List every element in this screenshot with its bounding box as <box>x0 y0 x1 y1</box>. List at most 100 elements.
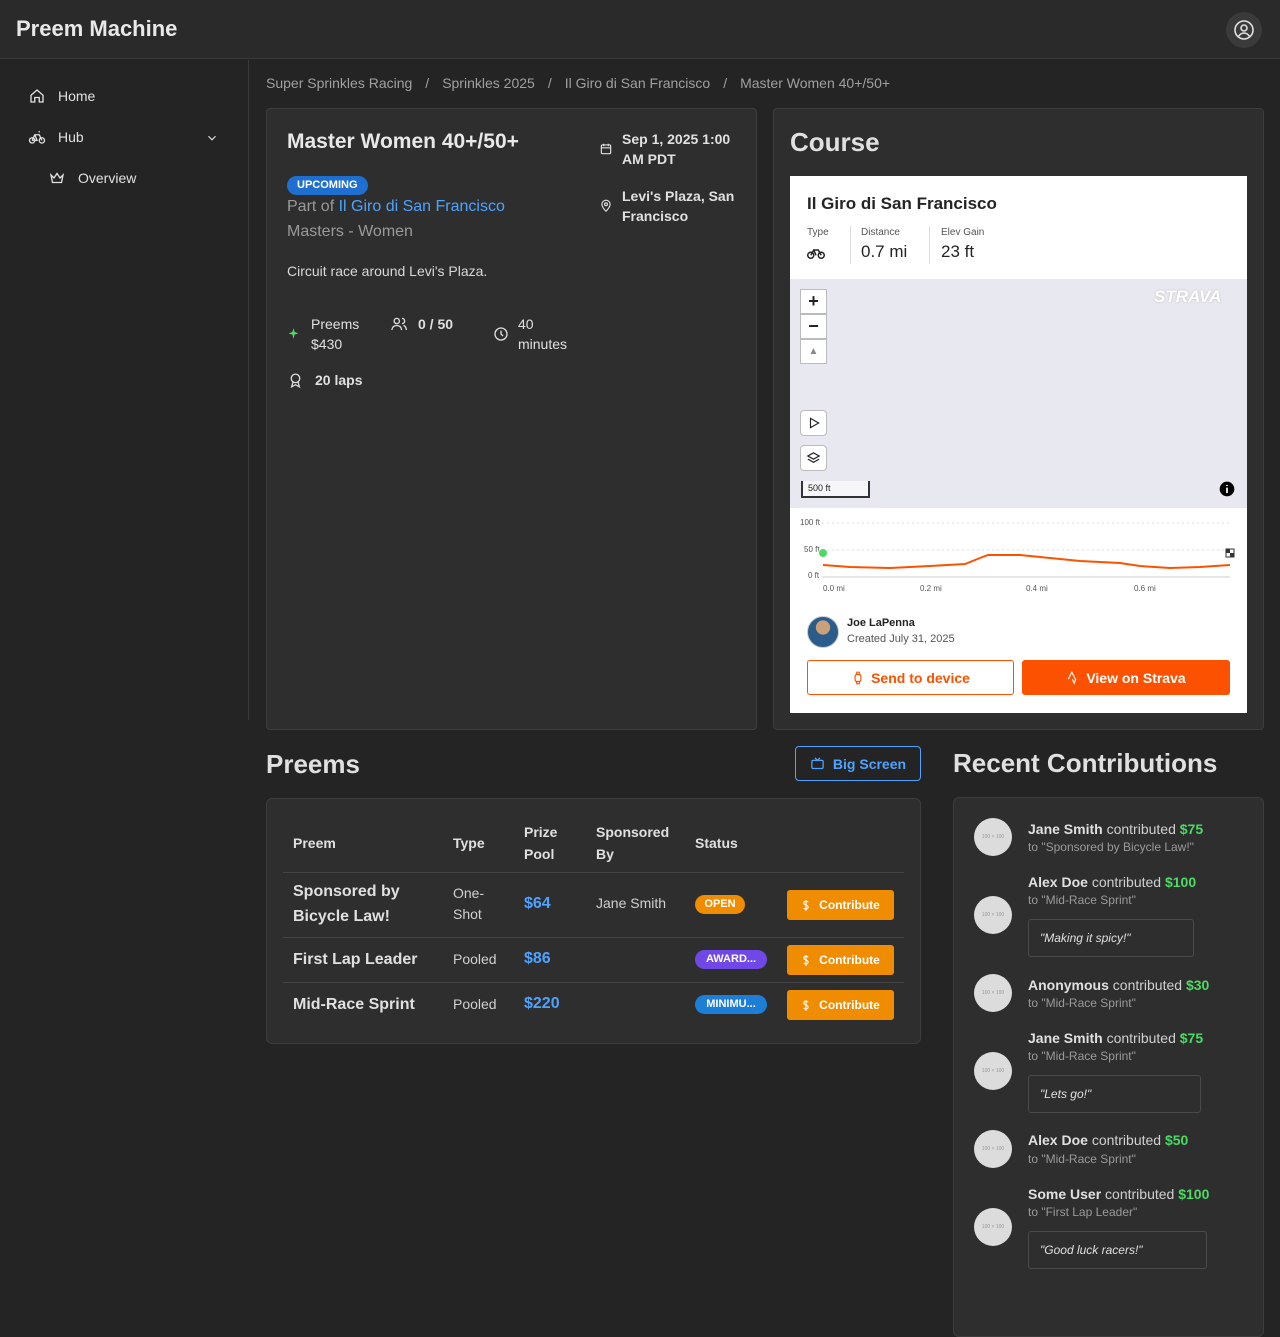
breadcrumb-item-current: Master Women 40+/50+ <box>740 75 891 91</box>
crown-icon <box>49 172 65 184</box>
contribution-text: Jane Smith contributed $75 <box>1028 1030 1203 1046</box>
preem-type-line: Shot <box>453 906 482 922</box>
race-location-line: Francisco <box>622 208 689 224</box>
bicycle-icon <box>807 249 825 259</box>
preem-name[interactable]: Mid-Race Sprint <box>293 992 415 1017</box>
column-header-line: By <box>596 846 614 862</box>
send-to-device-label: Send to device <box>871 669 970 686</box>
contribution-verb: contributed <box>1091 1132 1162 1148</box>
zoom-in-button[interactable]: + <box>800 289 827 314</box>
preems-total-value: $430 <box>311 336 343 352</box>
contribution-amount: $100 <box>1178 1186 1210 1202</box>
prize-pool: $220 <box>524 995 560 1012</box>
contribution-verb: contributed <box>1105 1186 1175 1202</box>
contributor-name: Jane Smith <box>1028 1030 1103 1046</box>
column-header-type: Type <box>453 835 485 851</box>
contribution-message: "Good luck racers!" <box>1028 1231 1207 1269</box>
race-date-line: AM PDT <box>622 151 676 167</box>
avatar: 100 × 100 <box>974 1130 1012 1168</box>
send-to-device-button[interactable]: Send to device <box>807 660 1014 695</box>
preem-name[interactable]: First Lap Leader <box>293 947 417 972</box>
sidebar-item-hub[interactable]: Hub <box>28 125 84 149</box>
users-icon <box>391 317 408 331</box>
contribution-text: Some User contributed $100 <box>1028 1186 1209 1202</box>
elev-x-label: 0.4 mi <box>1026 584 1048 593</box>
contribution-text: Alex Doe contributed $50 <box>1028 1132 1188 1148</box>
column-header-preem: Preem <box>293 835 336 851</box>
elevation-profile <box>818 522 1235 578</box>
strava-embed: Il Giro di San Francisco Type Distance 0… <box>790 176 1247 713</box>
chevron-down-icon[interactable] <box>205 131 219 145</box>
account-button[interactable] <box>1226 12 1262 48</box>
contribute-button[interactable]: Contribute <box>787 945 894 975</box>
breadcrumb-item[interactable]: Super Sprinkles Racing <box>266 75 412 91</box>
contribution-verb: contributed <box>1106 1030 1176 1046</box>
sidebar <box>0 60 249 720</box>
distance-value: 0.7 mi <box>861 242 908 261</box>
big-screen-button[interactable]: Big Screen <box>795 746 921 781</box>
sponsor-name: Jane Smith <box>596 895 667 911</box>
contribution-message: "Making it spicy!" <box>1028 919 1194 957</box>
layers-icon <box>806 451 821 463</box>
sidebar-item-label: Hub <box>58 129 84 145</box>
preem-name[interactable]: Sponsored by Bicycle Law! <box>293 879 400 929</box>
breadcrumb: Super Sprinkles Racing / Sprinkles 2025/ … <box>266 75 891 91</box>
column-header-line: Sponsored <box>596 824 670 840</box>
bicycle-icon <box>28 131 46 144</box>
contributor-name: Some User <box>1028 1186 1102 1202</box>
route-map[interactable]: STRAVA + − ▲ 500 ft <box>790 279 1247 508</box>
finish-flag-icon <box>1225 548 1235 558</box>
breadcrumb-item[interactable]: Sprinkles 2025 <box>442 75 535 91</box>
user-circle-icon <box>1234 20 1254 40</box>
sidebar-item-overview[interactable]: Overview <box>48 166 136 190</box>
race-laps: 20 laps <box>315 372 363 388</box>
race-duration-value: 40 <box>518 316 534 332</box>
status-badge: UPCOMING <box>287 176 368 195</box>
race-category: Masters - Women <box>287 223 413 240</box>
zoom-out-button[interactable]: − <box>800 314 827 339</box>
route-name[interactable]: Il Giro di San Francisco <box>807 194 997 214</box>
contribution-verb: contributed <box>1106 821 1176 837</box>
contribute-button[interactable]: Contribute <box>787 990 894 1020</box>
sidebar-item-label: Overview <box>78 170 137 186</box>
info-icon[interactable] <box>1219 481 1235 497</box>
breadcrumb-item[interactable]: Il Giro di San Francisco <box>565 75 711 91</box>
contribution-amount: $50 <box>1164 1132 1189 1148</box>
stat-divider <box>850 226 851 264</box>
app-title[interactable]: Preem Machine <box>16 16 177 42</box>
event-link[interactable]: Il Giro di San Francisco <box>339 198 505 215</box>
calendar-icon <box>600 143 612 155</box>
distance-label: Distance <box>861 227 900 238</box>
play-flyover-button[interactable] <box>800 410 827 436</box>
creator-name[interactable]: Joe LaPenna <box>847 617 915 629</box>
view-on-strava-label: View on Strava <box>1086 669 1186 686</box>
preem-type-line: One- <box>453 885 485 901</box>
preems-title: Preems <box>266 749 360 779</box>
preems-total: Preems $430 <box>311 314 359 354</box>
contribute-label: Contribute <box>819 898 880 912</box>
sidebar-item-home[interactable]: Home <box>28 84 95 108</box>
preems-label: Preems <box>311 316 360 332</box>
sidebar-item-label: Home <box>58 88 96 104</box>
view-on-strava-button[interactable]: View on Strava <box>1022 660 1230 695</box>
race-location: Levi's Plaza, San Francisco <box>622 186 734 226</box>
preem-name-line: Bicycle Law! <box>293 908 390 925</box>
map-scale: 500 ft <box>801 481 870 498</box>
clock-icon <box>494 327 508 341</box>
map-pin-icon <box>601 199 611 213</box>
participant-count: 0 / 50 <box>418 316 454 332</box>
preem-type: Pooled <box>453 996 497 1012</box>
prize-pool: $64 <box>524 895 551 912</box>
recent-contributions-title: Recent Contributions <box>953 748 1218 778</box>
part-of-text: Part of Il Giro di San Francisco <box>287 198 505 216</box>
race-date-line: Sep 1, 2025 1:00 <box>622 131 731 147</box>
watch-icon <box>854 671 862 684</box>
elev-gain-value: 23 ft <box>941 242 975 261</box>
race-duration-unit: minutes <box>518 336 568 352</box>
contribution-verb: contributed <box>1091 874 1162 890</box>
table-divider <box>283 872 904 873</box>
contributor-name: Alex Doe <box>1028 1132 1088 1148</box>
map-layers-button[interactable] <box>800 445 827 471</box>
compass-button[interactable]: ▲ <box>800 339 827 364</box>
contribute-button[interactable]: Contribute <box>787 890 894 920</box>
